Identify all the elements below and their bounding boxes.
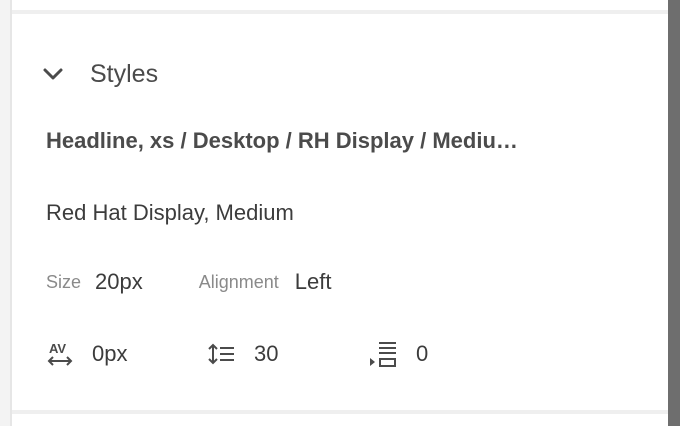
panel-left-gutter	[0, 0, 10, 426]
paragraph-spacing-value: 0	[416, 341, 429, 366]
size-label: Size	[46, 271, 82, 292]
scrollbar[interactable]	[668, 0, 680, 426]
paragraph-spacing-metric: 0	[368, 336, 428, 372]
alignment-label: Alignment	[198, 271, 279, 292]
typography-metrics-row: AV 0px 30 0	[46, 336, 466, 372]
font-family-name: Red Hat Display, Medium	[46, 200, 294, 225]
inspector-panel: Styles Headline, xs / Desktop / RH Displ…	[0, 0, 680, 426]
panel-left-border	[10, 0, 12, 426]
line-height-value: 30	[254, 341, 279, 366]
paragraph-spacing-icon	[368, 340, 398, 368]
text-style-name: Headline, xs / Desktop / RH Display / Me…	[46, 128, 518, 153]
chevron-down-icon[interactable]	[42, 62, 70, 86]
size-alignment-row: Size 20px Alignment Left	[46, 266, 331, 298]
section-divider-bottom	[12, 410, 668, 414]
letter-spacing-metric: AV 0px	[46, 336, 127, 372]
line-height-icon	[208, 342, 236, 366]
section-title: Styles	[90, 59, 159, 88]
section-divider-top	[12, 10, 668, 14]
svg-text:AV: AV	[49, 341, 66, 356]
size-value: 20px	[95, 269, 143, 294]
letter-spacing-icon: AV	[46, 341, 76, 367]
alignment-value: Left	[294, 269, 332, 294]
line-height-metric: 30	[208, 336, 278, 372]
letter-spacing-value: 0px	[92, 341, 128, 366]
styles-section-toggle[interactable]: Styles	[42, 56, 158, 92]
